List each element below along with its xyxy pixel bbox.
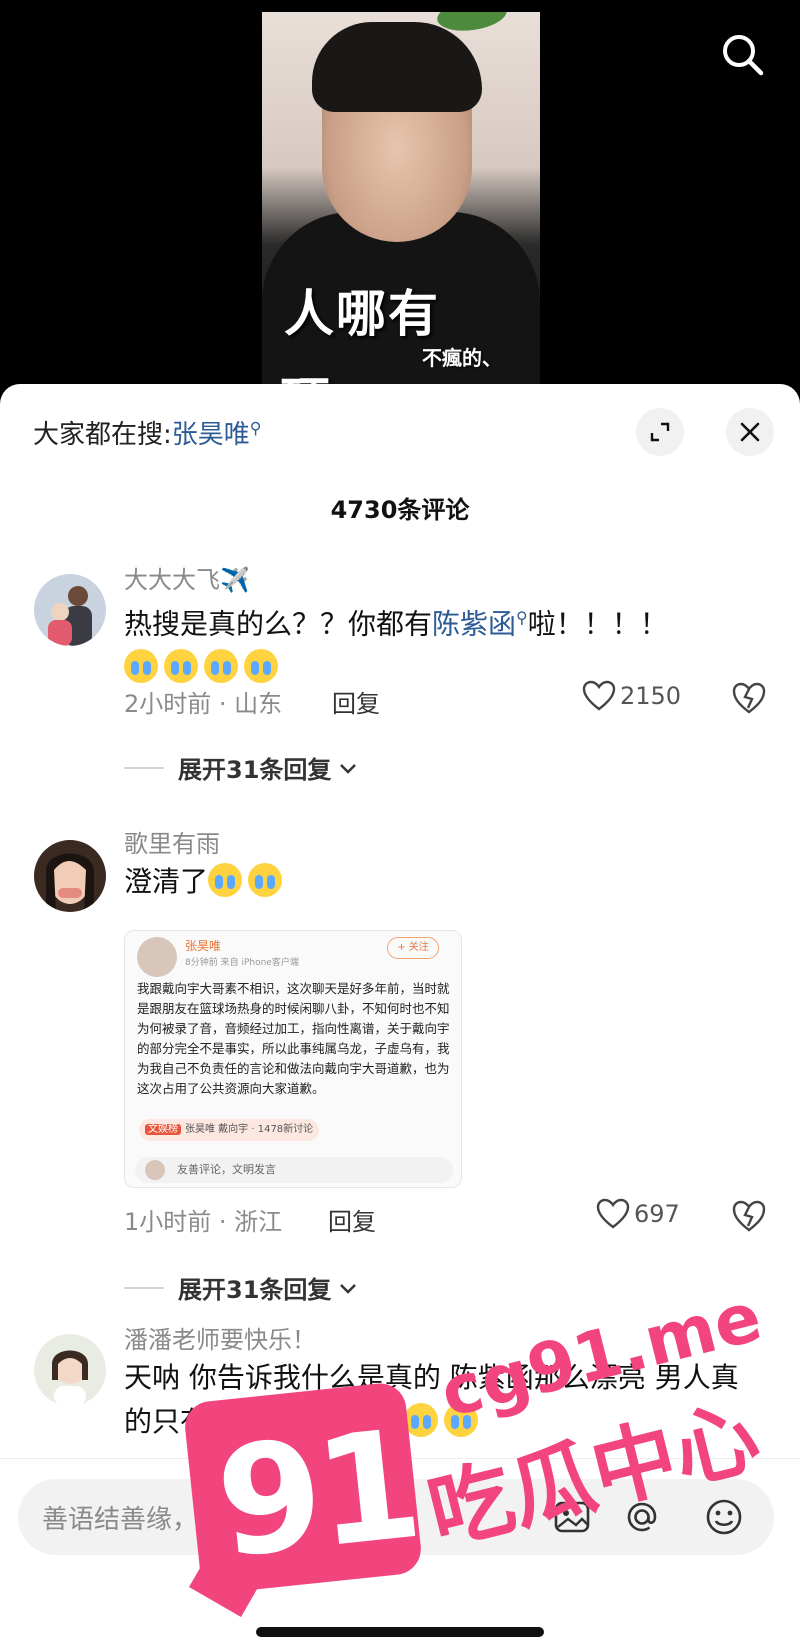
chevron-down-icon (340, 1283, 357, 1294)
comment-text-after: 啦！！！！ (527, 607, 668, 641)
close-icon[interactable] (726, 408, 774, 456)
comment-keyword-link[interactable]: 陈紫函 (432, 607, 516, 640)
comment-input-bar: 善语结善缘，恶言伤人心 (0, 1458, 800, 1649)
image-tag-text: 张昊唯 戴向宇 · 1478新讨论 (185, 1124, 314, 1135)
video-frame: 人哪有 不瘋的、 硬 (262, 12, 540, 400)
avatar[interactable] (34, 574, 106, 646)
comment-count: 4730条评论 (330, 496, 470, 524)
emoji-icon[interactable] (704, 1497, 744, 1537)
image-username: 张昊唯 (185, 939, 222, 953)
avatar[interactable] (34, 1334, 106, 1406)
keyword-search-icon: ⚲ (249, 418, 262, 438)
image-timestamp: 8分钟前 来自 iPhone客户端 (185, 958, 299, 968)
comment-meta: 2小时前 · 山东 (124, 690, 283, 718)
sheet-header: 大家都在搜:张昊唯⚲ (0, 384, 800, 484)
expand-icon[interactable] (636, 408, 684, 456)
image-follow-button: + 关注 (387, 937, 439, 959)
comment-text: 天呐 你告诉我什么是真的 陈紫函那么漂亮 男人真的只有挂墙上才会老实 (124, 1356, 764, 1444)
video-player[interactable]: 人哪有 不瘋的、 硬 (0, 0, 800, 400)
divider-line (124, 766, 164, 769)
comment-text: 热搜是真的么？？你都有陈紫函⚲啦！！！！ (124, 596, 764, 690)
dislike-icon[interactable] (730, 1198, 768, 1234)
comment-text: 澄清了 (124, 860, 764, 904)
comment-username[interactable]: 大大大飞✈️ (124, 560, 250, 595)
comment-image[interactable]: 张昊唯 8分钟前 来自 iPhone客户端 + 关注 我跟戴向宇大哥素不相识，这… (124, 930, 462, 1188)
at-icon[interactable] (622, 1497, 662, 1537)
divider-line (124, 1286, 164, 1289)
expand-replies-label: 展开31条回复 (178, 1276, 332, 1304)
avatar[interactable] (34, 840, 106, 912)
image-icon[interactable] (552, 1497, 592, 1537)
comment-text-body: 澄清了 (124, 865, 209, 898)
crying-emoji-icon (244, 649, 278, 684)
comment-username[interactable]: 潘潘老师要快乐！ (124, 1320, 316, 1355)
like-button[interactable]: 2150 (582, 680, 681, 712)
image-comment-input: 友善评论，文明发言 (135, 1157, 453, 1183)
laughing-emoji-icon (444, 1403, 479, 1437)
image-input-placeholder: 友善评论，文明发言 (177, 1163, 276, 1176)
like-count: 697 (634, 1200, 680, 1228)
crying-emoji-icon (164, 649, 198, 684)
hot-search-keyword[interactable]: 张昊唯 (172, 420, 250, 450)
comment-meta: 1小时前 · 浙江 (124, 1208, 283, 1236)
crying-emoji-icon (124, 649, 158, 684)
hot-search-prefix: 大家都在搜: (33, 420, 172, 450)
hot-search[interactable]: 大家都在搜:张昊唯⚲ (33, 414, 262, 451)
comment-username[interactable]: 歌里有雨 (124, 824, 220, 859)
expand-replies-label: 展开31条回复 (178, 756, 332, 784)
image-tag-badge: 文娱榜 (145, 1124, 181, 1135)
input-placeholder: 善语结善缘，恶言伤人心 (42, 1505, 329, 1535)
comment-text-before: 热搜是真的么？？你都有 (124, 607, 433, 641)
heart-icon (596, 1198, 630, 1229)
person-hair (312, 22, 482, 112)
video-caption-small: 不瘋的、 (422, 346, 502, 370)
expand-replies-button[interactable]: 展开31条回复 (124, 1270, 359, 1305)
dislike-icon[interactable] (730, 680, 768, 716)
image-avatar (137, 937, 177, 977)
expand-replies-button[interactable]: 展开31条回复 (124, 750, 359, 785)
crying-emoji-icon (208, 863, 243, 897)
keyword-search-icon: ⚲ (516, 608, 528, 627)
home-indicator (256, 1627, 544, 1637)
crying-emoji-icon (404, 1403, 439, 1437)
reply-button[interactable]: 回复 (332, 684, 380, 719)
like-button[interactable]: 697 (596, 1198, 680, 1230)
image-body-text: 我跟戴向宇大哥素不相识，这次聊天是好多年前，当时就是跟朋友在篮球场热身的时候闲聊… (137, 981, 450, 1096)
heart-icon (582, 680, 616, 711)
crying-emoji-icon (248, 863, 283, 897)
image-topic-tag: 文娱榜 张昊唯 戴向宇 · 1478新讨论 (139, 1119, 320, 1141)
reply-button[interactable]: 回复 (328, 1202, 376, 1237)
chevron-down-icon (340, 763, 357, 774)
video-caption-big: 人哪有 (284, 284, 440, 343)
like-count: 2150 (620, 682, 682, 710)
crying-emoji-icon (204, 649, 238, 684)
search-icon[interactable] (718, 30, 768, 80)
image-mini-avatar (145, 1160, 165, 1180)
